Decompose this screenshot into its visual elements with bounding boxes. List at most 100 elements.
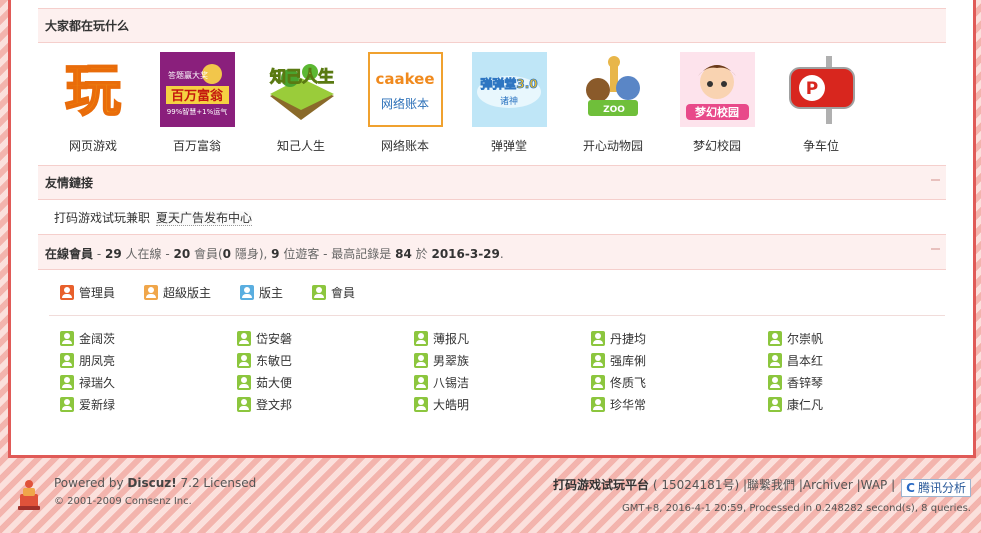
super-moderator-user-icon bbox=[144, 285, 158, 300]
links-header: 友情鏈接 bbox=[38, 165, 946, 200]
legend-super-mod: 超級版主 bbox=[144, 284, 211, 301]
member-item[interactable]: 登文邦 bbox=[237, 396, 292, 413]
tencent-analytics-button[interactable]: C 腾讯分析 bbox=[901, 479, 971, 497]
moderator-user-icon bbox=[240, 285, 254, 300]
friend-link[interactable]: 打码游戏试玩兼职 bbox=[54, 211, 150, 225]
game-item[interactable]: 百万富翁 99%智慧+1%运气 答题赢大奖 百万富翁 bbox=[159, 52, 235, 154]
tencent-c-icon: C bbox=[906, 481, 915, 495]
member-user-icon bbox=[768, 331, 782, 346]
svg-text:诸神: 诸神 bbox=[499, 95, 517, 107]
legend-mod: 版主 bbox=[240, 284, 283, 301]
game-label[interactable]: 开心动物园 bbox=[575, 137, 651, 154]
wap-link[interactable]: WAP bbox=[861, 478, 888, 492]
svg-text:网络账本: 网络账本 bbox=[380, 96, 428, 111]
member-item[interactable]: 茹大便 bbox=[237, 374, 292, 391]
member-user-icon bbox=[237, 375, 251, 390]
online-stats: 在線會員 - 29 人在線 - 20 會員(0 隱身), 9 位遊客 - 最高記… bbox=[45, 247, 504, 261]
game-item[interactable]: 知己人生 知己人生 bbox=[263, 52, 339, 154]
main-panel: 大家都在玩什么 玩 网页游戏 百万富翁 99%智慧+1%运气 答题赢大奖 百万富… bbox=[8, 0, 976, 458]
member-item[interactable]: 佟质飞 bbox=[591, 374, 646, 391]
friend-links: 打码游戏试玩兼职 夏天广告发布中心 bbox=[54, 209, 253, 226]
icp-link[interactable]: 15024181号 bbox=[661, 478, 734, 492]
member-user-icon bbox=[768, 353, 782, 368]
member-item[interactable]: 珍华常 bbox=[591, 396, 646, 413]
game-label[interactable]: 知己人生 bbox=[263, 137, 339, 154]
games-title: 大家都在玩什么 bbox=[45, 19, 130, 33]
page-status: GMT+8, 2016-4-1 20:59, Processed in 0.24… bbox=[622, 503, 971, 514]
game-label[interactable]: 梦幻校园 bbox=[679, 137, 755, 154]
member-user-icon bbox=[414, 397, 428, 412]
member-item[interactable]: 禄瑞久 bbox=[60, 374, 115, 391]
island-icon[interactable]: 知己人生 bbox=[263, 52, 339, 127]
contact-link[interactable]: 聯繫我們 bbox=[747, 478, 795, 492]
footer-links: 打码游戏试玩平台 ( 15024181号) |聯繫我們 |Archiver |W… bbox=[553, 476, 971, 497]
game-item[interactable]: caakee 网络账本 网络账本 bbox=[367, 52, 443, 154]
site-name-link[interactable]: 打码游戏试玩平台 bbox=[553, 478, 649, 492]
parking-icon[interactable]: P bbox=[783, 52, 859, 127]
member-item[interactable]: 岱安磐 bbox=[237, 330, 292, 347]
member-user-icon bbox=[60, 331, 74, 346]
caakee-icon[interactable]: caakee 网络账本 bbox=[367, 52, 443, 127]
game-label[interactable]: 争车位 bbox=[783, 137, 859, 154]
zoo-icon[interactable]: ZOO bbox=[575, 52, 651, 127]
member-user-icon bbox=[768, 375, 782, 390]
member-item[interactable]: 香锌琴 bbox=[768, 374, 823, 391]
svg-text:梦幻校园: 梦幻校园 bbox=[695, 105, 739, 119]
member-user-icon bbox=[591, 353, 605, 368]
member-item[interactable]: 薄报凡 bbox=[414, 330, 469, 347]
member-item[interactable]: 昌本红 bbox=[768, 352, 823, 369]
member-item[interactable]: 尔崇帆 bbox=[768, 330, 823, 347]
game-label[interactable]: 百万富翁 bbox=[159, 137, 235, 154]
member-user-icon bbox=[312, 285, 326, 300]
admin-user-icon bbox=[60, 285, 74, 300]
games-header: 大家都在玩什么 bbox=[38, 8, 946, 43]
powered-by: Powered by Discuz! 7.2 Licensed bbox=[54, 476, 257, 490]
game-item[interactable]: P 争车位 bbox=[783, 52, 859, 154]
online-header: 在線會員 - 29 人在線 - 20 會員(0 隱身), 9 位遊客 - 最高記… bbox=[38, 234, 946, 270]
member-item[interactable]: 丹捷均 bbox=[591, 330, 646, 347]
collapse-icon[interactable] bbox=[931, 179, 940, 181]
svg-text:ZOO: ZOO bbox=[603, 105, 625, 115]
member-user-icon bbox=[60, 375, 74, 390]
member-item[interactable]: 康仁凡 bbox=[768, 396, 823, 413]
member-item[interactable]: 朋凤亮 bbox=[60, 352, 115, 369]
member-item[interactable]: 八锡洁 bbox=[414, 374, 469, 391]
legend-member: 會員 bbox=[312, 284, 355, 301]
member-user-icon bbox=[60, 397, 74, 412]
legend-admin: 管理員 bbox=[60, 284, 115, 301]
discuz-link[interactable]: Discuz! bbox=[127, 476, 176, 490]
collapse-icon[interactable] bbox=[931, 248, 940, 250]
footer-right: 打码游戏试玩平台 ( 15024181号) |聯繫我們 |Archiver |W… bbox=[553, 476, 971, 514]
member-item[interactable]: 爱新绿 bbox=[60, 396, 115, 413]
game-item[interactable]: ZOO 开心动物园 bbox=[575, 52, 651, 154]
member-item[interactable]: 金阔茨 bbox=[60, 330, 115, 347]
millionaire-icon[interactable]: 百万富翁 99%智慧+1%运气 答题赢大奖 bbox=[159, 52, 235, 127]
links-title: 友情鏈接 bbox=[45, 176, 94, 190]
svg-text:玩: 玩 bbox=[65, 59, 121, 124]
play-char-icon[interactable]: 玩 bbox=[55, 52, 131, 127]
member-user-icon bbox=[591, 375, 605, 390]
discuz-logo-icon[interactable] bbox=[14, 476, 44, 512]
game-label[interactable]: 弹弹堂 bbox=[471, 137, 547, 154]
svg-text:caakee: caakee bbox=[375, 70, 434, 88]
game-label[interactable]: 网页游戏 bbox=[55, 137, 131, 154]
member-user-icon bbox=[768, 397, 782, 412]
game-label[interactable]: 网络账本 bbox=[367, 137, 443, 154]
member-user-icon bbox=[591, 331, 605, 346]
member-user-icon bbox=[237, 397, 251, 412]
friend-link[interactable]: 夏天广告发布中心 bbox=[156, 211, 253, 226]
member-item[interactable]: 大皓明 bbox=[414, 396, 469, 413]
svg-text:P: P bbox=[805, 79, 817, 99]
school-icon[interactable]: 梦幻校园 bbox=[679, 52, 755, 127]
member-item[interactable]: 东敏巴 bbox=[237, 352, 292, 369]
archiver-link[interactable]: Archiver bbox=[803, 478, 853, 492]
member-user-icon bbox=[414, 331, 428, 346]
member-user-icon bbox=[237, 331, 251, 346]
svg-text:99%智慧+1%运气: 99%智慧+1%运气 bbox=[166, 107, 227, 116]
game-item[interactable]: 梦幻校园 梦幻校园 bbox=[679, 52, 755, 154]
ddt-icon[interactable]: 弹弹堂3.0 诸神 bbox=[471, 52, 547, 127]
member-item[interactable]: 强库俐 bbox=[591, 352, 646, 369]
game-item[interactable]: 弹弹堂3.0 诸神 弹弹堂 bbox=[471, 52, 547, 154]
game-item[interactable]: 玩 网页游戏 bbox=[55, 52, 131, 154]
member-item[interactable]: 男翠族 bbox=[414, 352, 469, 369]
